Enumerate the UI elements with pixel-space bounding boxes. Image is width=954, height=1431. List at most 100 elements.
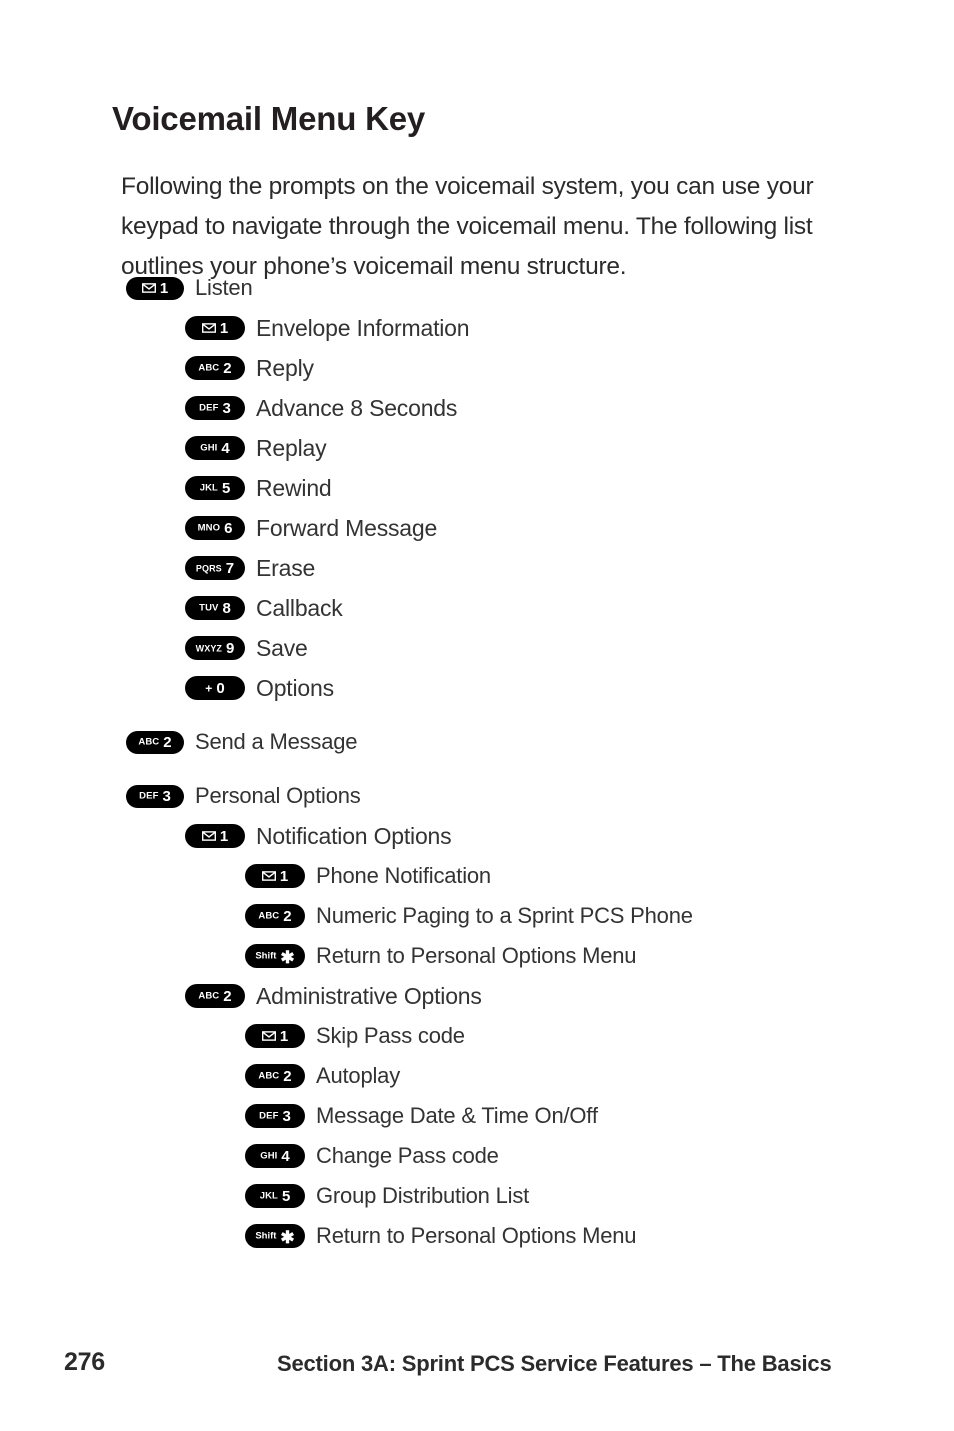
- key-digit: 7: [225, 559, 235, 577]
- menu-item: WXYZ 9 Save: [0, 628, 954, 668]
- key-letters: MNO: [197, 522, 221, 534]
- menu-item-label: Change Pass code: [316, 1143, 499, 1168]
- key-letters: JKL: [259, 1190, 278, 1202]
- menu-item: 1 Notification Options: [0, 816, 954, 856]
- keypad-key-badge: WXYZ 9: [185, 636, 245, 660]
- keypad-key-badge: ABC 2: [126, 730, 184, 754]
- keypad-key-badge: 1: [185, 316, 245, 340]
- menu-item-label: Forward Message: [256, 514, 438, 541]
- key-letters: TUV: [199, 602, 219, 614]
- key-letters: ABC: [258, 1070, 280, 1082]
- menu-item: MNO 6 Forward Message: [0, 508, 954, 548]
- key-digit: 0: [216, 679, 225, 697]
- key-letters: DEF: [259, 1110, 279, 1122]
- keypad-key-badge: Shift ✱: [245, 1224, 305, 1248]
- star-key-icon: ✱: [280, 947, 295, 967]
- menu-item-label: Autoplay: [316, 1063, 401, 1088]
- keypad-key-badge: JKL 5: [185, 476, 245, 500]
- key-letters: Shift: [255, 950, 277, 962]
- key-digit: 1: [219, 319, 229, 337]
- menu-item: TUV 8 Callback: [0, 588, 954, 628]
- menu-item: Shift ✱ Return to Personal Options Menu: [0, 1216, 954, 1256]
- menu-item: 1 Skip Pass code: [0, 1016, 954, 1056]
- keypad-key-badge: MNO 6: [185, 516, 245, 540]
- key-letters: ABC: [258, 910, 280, 922]
- menu-item: 1 Phone Notification: [0, 856, 954, 896]
- keypad-key-badge: Shift ✱: [245, 944, 305, 968]
- menu-item-label: Return to Personal Options Menu: [316, 943, 637, 968]
- key-digit: 2: [163, 733, 172, 751]
- page-footer: 276 Section 3A: Sprint PCS Service Featu…: [0, 1348, 954, 1388]
- menu-item-label: Envelope Information: [256, 314, 470, 341]
- keypad-key-badge: 1: [245, 864, 305, 888]
- menu-item-label: Administrative Options: [256, 982, 482, 1009]
- keypad-key-badge: PQRS 7: [185, 556, 245, 580]
- key-digit: 8: [222, 599, 231, 617]
- document-page: Voicemail Menu Key Following the prompts…: [0, 0, 954, 1431]
- menu-item: JKL 5 Group Distribution List: [0, 1176, 954, 1216]
- menu-item-label: Listen: [195, 275, 253, 300]
- menu-item: ABC 2 Numeric Paging to a Sprint PCS Phone: [0, 896, 954, 936]
- key-letters: GHI: [200, 442, 218, 454]
- key-letters: DEF: [199, 402, 219, 414]
- key-letters: +: [205, 681, 213, 696]
- key-letters: ABC: [138, 736, 160, 748]
- menu-item-label: Notification Options: [256, 822, 452, 849]
- key-letters: WXYZ: [195, 643, 223, 653]
- keypad-key-badge: 1: [245, 1024, 305, 1048]
- envelope-icon: [261, 1031, 276, 1041]
- menu-item: GHI 4 Replay: [0, 428, 954, 468]
- keypad-key-badge: GHI 4: [245, 1144, 305, 1168]
- keypad-key-badge: 1: [126, 276, 184, 300]
- menu-item-label: Phone Notification: [316, 863, 491, 888]
- menu-item: DEF 3 Personal Options: [0, 776, 954, 816]
- star-key-icon: ✱: [280, 1227, 295, 1247]
- envelope-icon: [201, 323, 216, 333]
- keypad-key-badge: ABC 2: [245, 1064, 305, 1088]
- key-letters: ABC: [198, 990, 220, 1002]
- menu-item: GHI 4 Change Pass code: [0, 1136, 954, 1176]
- keypad-key-badge: DEF 3: [126, 784, 184, 808]
- menu-item-label: Callback: [256, 594, 343, 621]
- menu-item-label: Replay: [256, 434, 327, 461]
- envelope-icon: [261, 871, 276, 881]
- key-digit: 3: [282, 1107, 291, 1125]
- key-digit: 2: [223, 987, 232, 1005]
- key-letters: DEF: [139, 790, 159, 802]
- menu-item-label: Group Distribution List: [316, 1183, 530, 1208]
- footer-page-number: 276: [64, 1348, 105, 1376]
- key-digit: 2: [283, 907, 292, 925]
- keypad-key-badge: JKL 5: [245, 1184, 305, 1208]
- menu-item-label: Erase: [256, 554, 316, 581]
- key-digit: 3: [222, 399, 231, 417]
- menu-item-label: Numeric Paging to a Sprint PCS Phone: [316, 903, 693, 928]
- menu-item-label: Advance 8 Seconds: [256, 394, 458, 421]
- menu-item: Shift ✱ Return to Personal Options Menu: [0, 936, 954, 976]
- menu-item-label: Reply: [256, 354, 314, 381]
- key-digit: 9: [226, 639, 235, 657]
- menu-item: 1 Listen: [0, 268, 954, 308]
- key-letters: ABC: [198, 362, 220, 374]
- key-digit: 5: [221, 479, 231, 497]
- key-digit: 1: [279, 1027, 289, 1045]
- menu-item-label: Skip Pass code: [316, 1023, 465, 1048]
- keypad-key-badge: DEF 3: [185, 396, 245, 420]
- key-digit: 2: [283, 1067, 292, 1085]
- menu-item: PQRS 7 Erase: [0, 548, 954, 588]
- menu-item-label: Rewind: [256, 474, 332, 501]
- key-digit: 4: [221, 439, 230, 457]
- menu-item: DEF 3 Message Date & Time On/Off: [0, 1096, 954, 1136]
- menu-item: ABC 2 Reply: [0, 348, 954, 388]
- menu-item: JKL 5 Rewind: [0, 468, 954, 508]
- keypad-key-badge: ABC 2: [185, 984, 245, 1008]
- keypad-key-badge: GHI 4: [185, 436, 245, 460]
- menu-item: 1 Envelope Information: [0, 308, 954, 348]
- footer-section-title: Section 3A: Sprint PCS Service Features …: [277, 1351, 832, 1376]
- menu-item: ABC 2 Administrative Options: [0, 976, 954, 1016]
- key-digit: 3: [162, 787, 171, 805]
- menu-item-label: Send a Message: [195, 729, 358, 754]
- menu-item: DEF 3 Advance 8 Seconds: [0, 388, 954, 428]
- key-digit: 1: [219, 827, 229, 845]
- envelope-icon: [141, 283, 156, 293]
- key-letters: Shift: [255, 1230, 277, 1242]
